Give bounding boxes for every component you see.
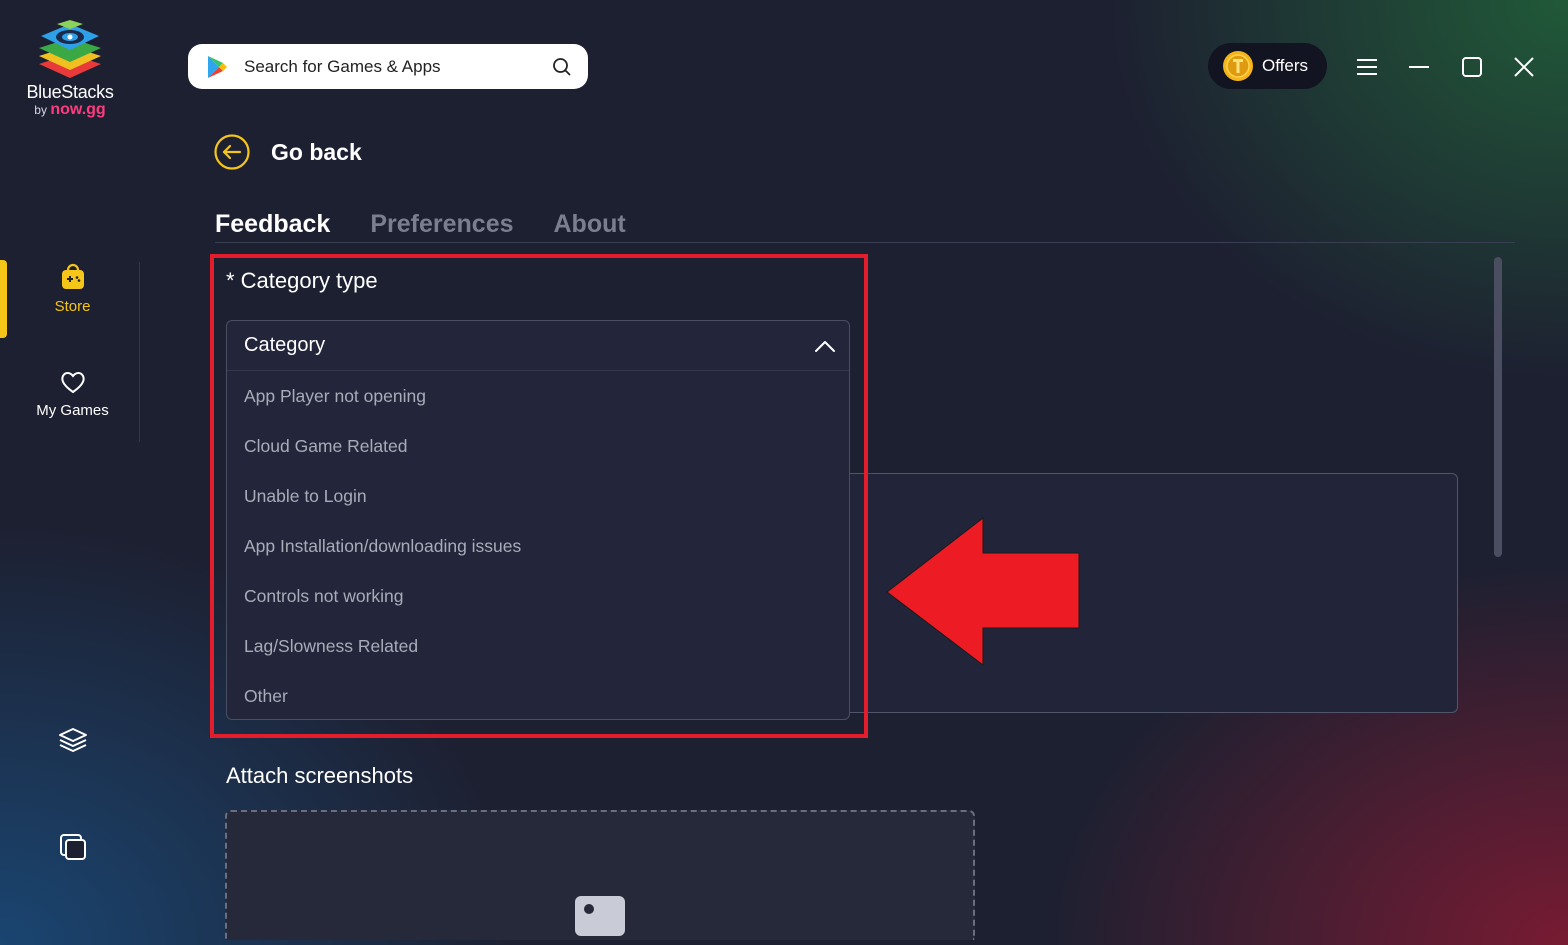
tabs-divider: [215, 242, 1515, 243]
tab-preferences[interactable]: Preferences: [370, 210, 513, 239]
tab-feedback[interactable]: Feedback: [215, 210, 330, 239]
sidebar-item-label: Store: [54, 298, 91, 315]
heart-icon: [60, 372, 85, 394]
play-store-icon: [208, 55, 227, 78]
red-arrow-annotation: [886, 516, 1080, 667]
maximize-icon[interactable]: [1455, 50, 1489, 84]
go-back-label: Go back: [271, 138, 362, 165]
logo-byline: by now.gg: [22, 101, 118, 119]
image-upload-icon: [575, 896, 625, 936]
bluestacks-logo: BlueStacks by now.gg: [22, 20, 118, 130]
sidebar-divider: [139, 262, 140, 442]
tab-about[interactable]: About: [554, 210, 626, 239]
close-icon[interactable]: [1507, 50, 1541, 84]
layers-icon[interactable]: [56, 724, 90, 758]
settings-tabs: Feedback Preferences About: [215, 210, 666, 239]
offers-label: Offers: [1262, 56, 1308, 75]
go-back-button[interactable]: Go back: [213, 133, 362, 171]
search-icon[interactable]: [552, 57, 572, 77]
coin-icon: [1223, 51, 1253, 81]
highlight-box: [210, 254, 868, 738]
back-arrow-icon: [214, 134, 250, 170]
offers-button[interactable]: Offers: [1208, 43, 1327, 89]
sidebar-item-my-games[interactable]: My Games: [20, 368, 125, 419]
attach-screenshots-label: Attach screenshots: [226, 763, 414, 788]
screenshot-dropzone[interactable]: [225, 810, 975, 940]
menu-icon[interactable]: [1350, 50, 1384, 84]
minimize-icon[interactable]: [1402, 50, 1436, 84]
search-bar[interactable]: [188, 44, 588, 89]
search-input[interactable]: [244, 56, 552, 77]
multi-instance-icon[interactable]: [56, 830, 90, 864]
logo-name: BlueStacks: [26, 82, 114, 102]
scrollbar-thumb[interactable]: [1494, 257, 1502, 557]
sidebar-item-store[interactable]: Store: [20, 262, 125, 315]
bluestacks-logo-icon: [39, 20, 101, 78]
sidebar-item-label: My Games: [36, 402, 109, 419]
store-bag-icon: [61, 263, 84, 289]
logo-brand: now.gg: [50, 101, 106, 118]
logo-by: by: [34, 103, 47, 117]
active-nav-indicator: [0, 260, 7, 338]
